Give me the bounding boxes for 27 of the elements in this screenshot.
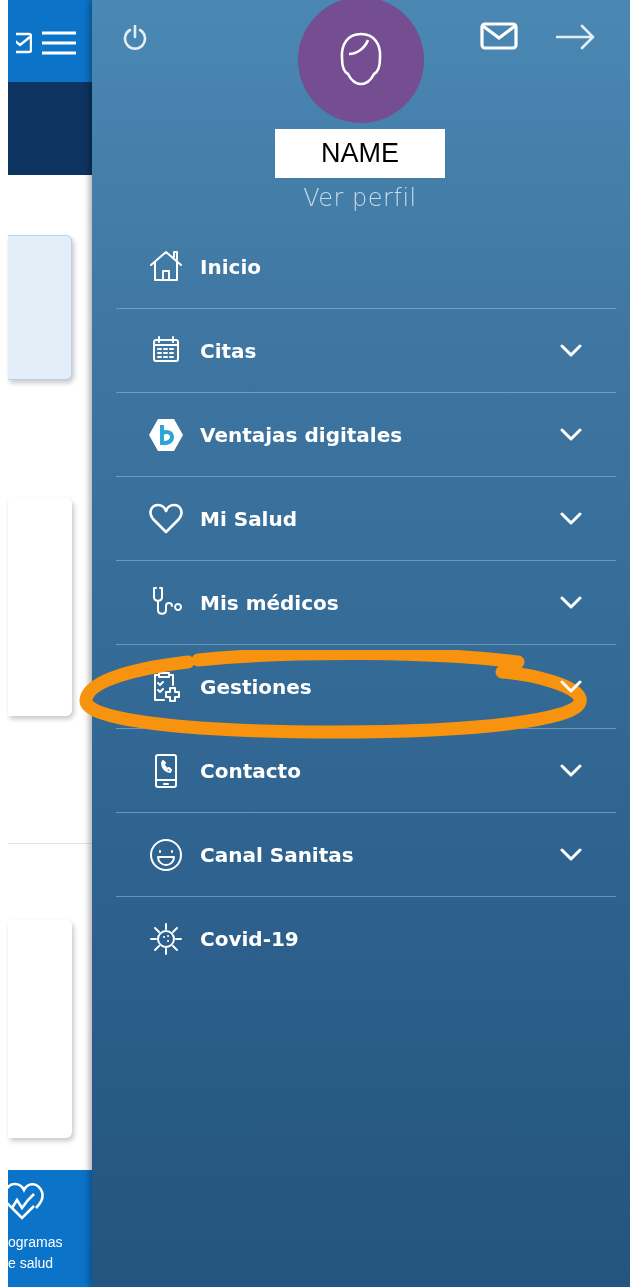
menu-item[interactable]: Contacto: [116, 729, 616, 813]
menu-label: Ventajas digitales: [200, 422, 404, 447]
menu-item[interactable]: Inicio: [116, 225, 616, 309]
arrow-right-icon[interactable]: [556, 24, 596, 50]
menu-label: Covid-19: [200, 927, 300, 951]
menu-label: Citas: [200, 338, 258, 363]
smiley-icon: [148, 836, 184, 873]
menu-label: Gestiones: [200, 674, 313, 699]
bottom-tab[interactable]: ogramas e salud: [8, 1170, 92, 1287]
menu-item[interactable]: Mi Salud: [116, 477, 616, 561]
power-icon[interactable]: [122, 25, 148, 51]
menu-label: Canal Sanitas: [200, 842, 355, 867]
menu-label: Mis médicos: [200, 590, 340, 615]
hexagon-icon: [148, 416, 184, 453]
menu-item[interactable]: Mis médicos: [116, 561, 616, 645]
user-name: NAME: [275, 129, 445, 178]
menu-item[interactable]: Citas: [116, 309, 616, 393]
menu-item[interactable]: Covid-19: [116, 897, 616, 981]
menu-icon[interactable]: [42, 31, 76, 55]
profile-link[interactable]: Ver perfil: [303, 184, 417, 212]
menu-item[interactable]: Gestiones: [116, 645, 616, 729]
menu-label: Contacto: [200, 758, 302, 783]
menu-item[interactable]: Ventajas digitales: [116, 393, 616, 477]
menu-label: Mi Salud: [200, 506, 299, 531]
menu-item[interactable]: Canal Sanitas: [116, 813, 616, 897]
menu-label: Inicio: [200, 254, 262, 279]
virus-icon: [148, 921, 184, 957]
